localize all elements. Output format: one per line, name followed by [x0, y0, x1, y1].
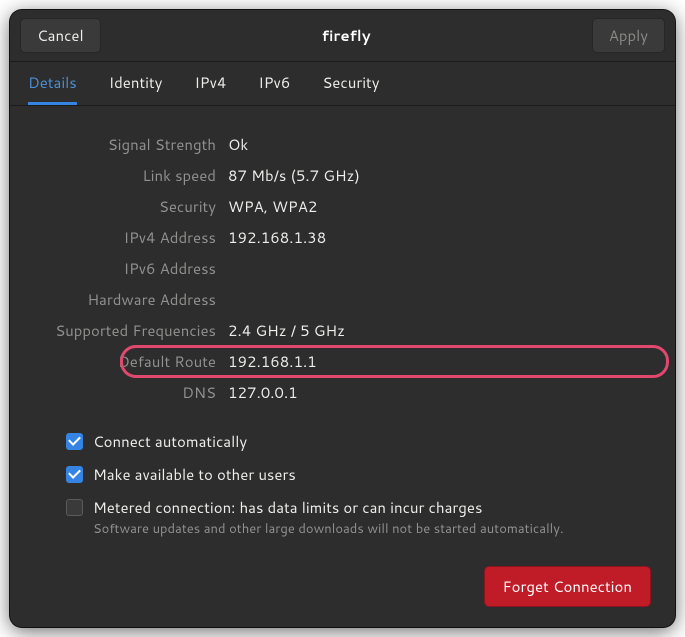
option-connect-automatically[interactable]: Connect automatically	[66, 431, 651, 452]
label-ipv6-address: IPv6 Address	[34, 258, 216, 279]
label-link-speed: Link speed	[34, 165, 216, 186]
options: Connect automatically Make available to …	[66, 431, 651, 538]
label-security: Security	[34, 196, 216, 217]
titlebar: Cancel firefly Apply	[10, 10, 675, 62]
value-default-route: 192.168.1.1	[228, 351, 651, 372]
tab-ipv6[interactable]: IPv6	[258, 62, 290, 105]
label-metered: Metered connection: has data limits or c…	[93, 497, 482, 518]
apply-button[interactable]: Apply	[592, 18, 665, 53]
footer: Forget Connection	[34, 546, 651, 607]
value-dns: 127.0.0.1	[228, 382, 651, 403]
label-connect-automatically: Connect automatically	[93, 431, 247, 452]
value-link-speed: 87 Mb/s (5.7 GHz)	[228, 165, 651, 186]
checkbox-metered[interactable]	[66, 499, 83, 516]
label-hardware-address: Hardware Address	[34, 289, 216, 310]
value-ipv4-address: 192.168.1.38	[228, 227, 651, 248]
option-metered[interactable]: Metered connection: has data limits or c…	[66, 497, 651, 538]
label-dns: DNS	[34, 382, 216, 403]
network-connection-dialog: Cancel firefly Apply Details Identity IP…	[10, 10, 675, 627]
tabs: Details Identity IPv4 IPv6 Security	[10, 62, 675, 106]
option-make-available[interactable]: Make available to other users	[66, 464, 651, 485]
label-metered-wrap: Metered connection: has data limits or c…	[93, 497, 564, 538]
label-metered-sub: Software updates and other large downloa…	[93, 520, 564, 538]
checkbox-connect-automatically[interactable]	[66, 433, 83, 450]
dialog-title: firefly	[322, 25, 371, 46]
label-make-available: Make available to other users	[93, 464, 296, 485]
checkbox-make-available[interactable]	[66, 466, 83, 483]
tab-security[interactable]: Security	[322, 62, 379, 105]
label-ipv4-address: IPv4 Address	[34, 227, 216, 248]
details-grid: Signal Strength Ok Link speed 87 Mb/s (5…	[34, 134, 651, 403]
tab-details[interactable]: Details	[28, 62, 77, 105]
tab-identity[interactable]: Identity	[109, 62, 163, 105]
cancel-button[interactable]: Cancel	[20, 18, 101, 53]
tab-ipv4[interactable]: IPv4	[194, 62, 226, 105]
value-security: WPA, WPA2	[228, 196, 651, 217]
content: Signal Strength Ok Link speed 87 Mb/s (5…	[10, 106, 675, 627]
value-supported-frequencies: 2.4 GHz / 5 GHz	[228, 320, 651, 341]
label-supported-frequencies: Supported Frequencies	[34, 320, 216, 341]
label-signal-strength: Signal Strength	[34, 134, 216, 155]
value-signal-strength: Ok	[228, 134, 651, 155]
label-default-route: Default Route	[34, 351, 216, 372]
forget-connection-button[interactable]: Forget Connection	[484, 566, 651, 607]
